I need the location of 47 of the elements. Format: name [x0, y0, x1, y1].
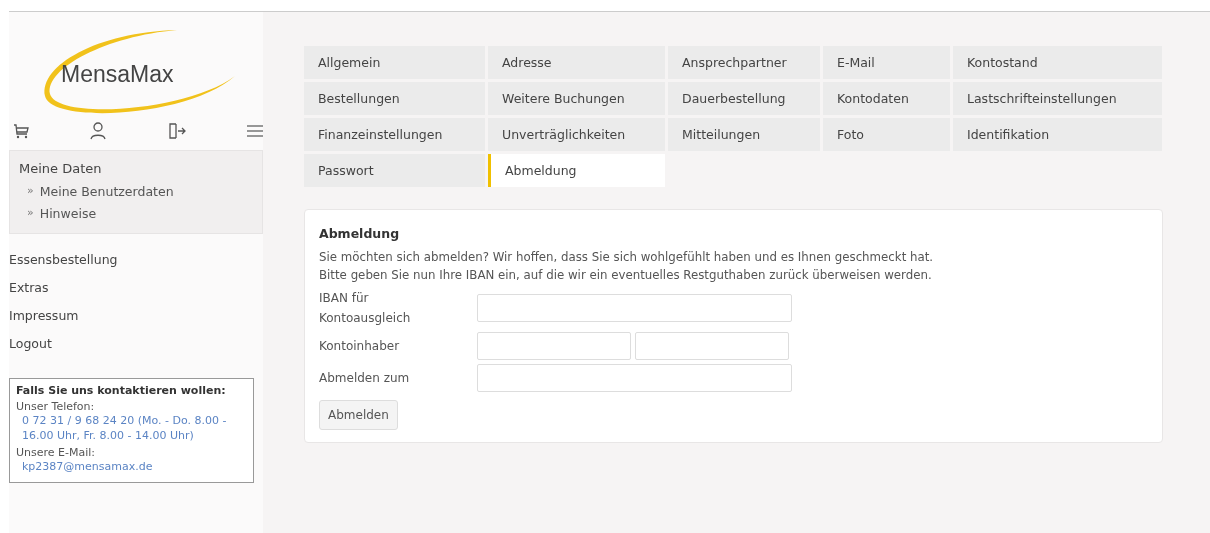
menu-link[interactable]: Extras [9, 274, 49, 302]
contact-title: Falls Sie uns kontaktieren wollen: [16, 384, 227, 397]
tab[interactable]: Kontostand [953, 46, 1162, 79]
user-icon[interactable] [90, 122, 107, 140]
tab[interactable]: Bestellungen [304, 82, 485, 115]
input-field[interactable] [477, 364, 792, 392]
form-title: Abmeldung [319, 226, 401, 241]
contact-link[interactable]: kp2387@mensamax.de [16, 459, 153, 474]
tab[interactable]: Finanzeinstellungen [304, 118, 485, 151]
contact-link[interactable]: 0 72 31 / 9 68 24 20 (Mo. - Do. 8.00 - 16.00 Uhr, Fr. 8.00 - 14.00 Uhr) [16, 413, 247, 443]
tab[interactable]: Weitere Buchungen [488, 82, 665, 115]
tab[interactable]: Lastschrifteinstellungen [953, 82, 1162, 115]
menu-link[interactable]: Meine Benutzerdaten [39, 184, 174, 199]
tab[interactable]: Kontodaten [823, 82, 950, 115]
section-title: Meine Daten [19, 161, 103, 176]
submit-button[interactable]: Abmelden [319, 400, 398, 430]
contact-label: Unsere E-Mail: [16, 446, 96, 459]
tab[interactable]: Ansprechpartner [668, 46, 820, 79]
tab[interactable]: Allgemein [304, 46, 485, 79]
tab[interactable]: Foto [823, 118, 950, 151]
tab[interactable]: Abmeldung [488, 154, 665, 187]
menu-link[interactable]: Essensbestellung [9, 246, 118, 274]
exit-icon[interactable] [167, 123, 186, 139]
cart-icon[interactable] [13, 123, 29, 139]
form-text: Bitte geben Sie nun Ihre IBAN ein, auf die wir ein eventuelles Restguthaben zurück überweisen werden. [319, 267, 933, 284]
tab[interactable]: Mitteilungen [668, 118, 820, 151]
field-label: Abmelden zum [319, 370, 411, 387]
menu-icon[interactable] [247, 125, 263, 137]
tab[interactable]: Passwort [304, 154, 485, 187]
logo-text: MensaMax [61, 61, 174, 88]
form-text: Sie möchten sich abmelden? Wir hoffen, dass Sie sich wohlgefühlt haben und es Ihnen geschmeckt hat. [319, 249, 935, 266]
tab[interactable]: Dauerbestellung [668, 82, 820, 115]
tab[interactable]: Unverträglichkeiten [488, 118, 665, 151]
chevron-icon: » [27, 184, 34, 199]
contact-label: Unser Telefon: [16, 400, 95, 413]
input-field[interactable] [477, 294, 792, 322]
menu-link[interactable]: Hinweise [39, 206, 97, 221]
field-label: IBAN für Kontoausgleich [319, 290, 412, 327]
menu-link[interactable]: Logout [9, 330, 52, 358]
input-field[interactable] [477, 332, 631, 360]
chevron-icon: » [27, 206, 34, 221]
field-label: Kontoinhaber [319, 338, 401, 355]
input-field[interactable] [635, 332, 789, 360]
tab[interactable]: Adresse [488, 46, 665, 79]
tab[interactable]: Identifikation [953, 118, 1162, 151]
menu-link[interactable]: Impressum [9, 302, 79, 330]
tab[interactable]: E-Mail [823, 46, 950, 79]
